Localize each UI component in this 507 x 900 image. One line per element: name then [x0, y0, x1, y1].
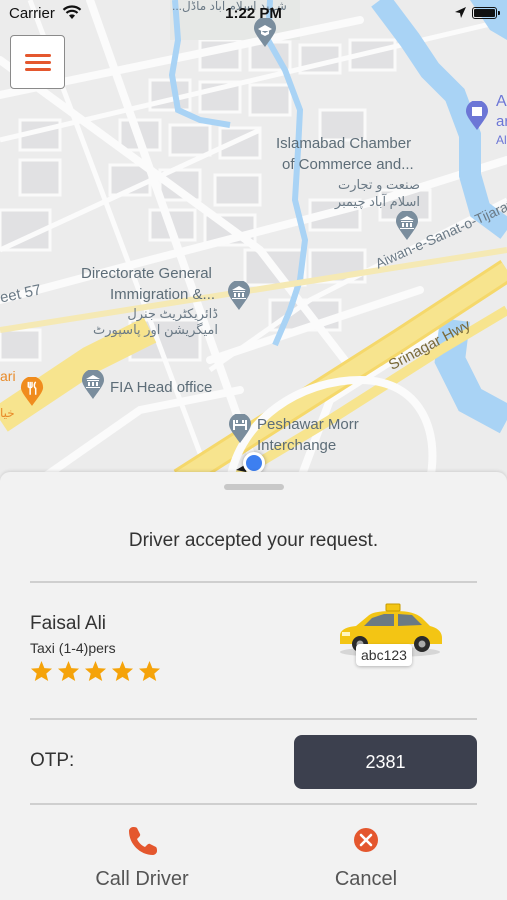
map-label-left-urdu: خیا	[0, 406, 15, 420]
battery-icon	[472, 7, 500, 19]
divider	[30, 718, 477, 720]
map-label-dgi-2: Immigration &...	[110, 286, 216, 303]
cancel-label: Cancel	[334, 868, 398, 890]
divider	[30, 581, 477, 583]
star-icon	[111, 660, 134, 682]
divider	[30, 803, 477, 805]
map-label-dgi-urdu-1: ڈائریکٹریٹ جنرل	[127, 306, 218, 321]
vehicle-type: Taxi (1-4)pers	[30, 640, 116, 656]
ride-status-message: Driver accepted your request.	[128, 530, 379, 551]
map-label-chamber-urdu-2: اسلام آباد چیمبر	[334, 194, 420, 209]
otp-value: 2381	[294, 735, 477, 789]
interchange-pin-icon[interactable]	[228, 414, 252, 444]
phone-icon	[129, 827, 157, 855]
map-label-dgi-urdu-2: امیگریشن اور پاسپورٹ	[93, 322, 218, 337]
license-plate: abc123	[356, 644, 412, 666]
map-label-fia: FIA Head office	[110, 379, 213, 396]
map-label-right-a: A	[496, 93, 507, 110]
ride-status-panel: Driver accepted your request. Faisal Ali…	[0, 472, 507, 900]
fia-building-pin-icon[interactable]	[81, 370, 105, 400]
map-label-chamber-2: of Commerce and...	[282, 156, 414, 173]
drag-handle[interactable]	[224, 484, 284, 490]
map-label-chamber-urdu-1: صنعت و تجارت	[338, 177, 420, 192]
service-pin-icon[interactable]	[465, 101, 489, 131]
dgi-building-pin-icon[interactable]	[227, 281, 251, 311]
star-icon	[138, 660, 161, 682]
star-icon	[57, 660, 80, 682]
menu-button[interactable]	[10, 35, 65, 89]
location-arrow-icon	[455, 7, 466, 18]
map-label-right-ar: ar	[496, 113, 507, 130]
driver-name: Faisal Ali	[30, 613, 107, 634]
star-icon	[30, 660, 53, 682]
map-label-peshawar-1: Peshawar Morr	[257, 416, 359, 433]
map-view[interactable]: شہید اسلام آباد ماڈل... Islamabad Chambe…	[0, 0, 507, 480]
map-label-chamber-1: Islamabad Chamber	[276, 135, 412, 152]
star-icon	[84, 660, 107, 682]
status-bar: Carrier 1:22 PM	[0, 0, 507, 28]
restaurant-pin-icon[interactable]	[20, 377, 44, 407]
close-circle-icon	[354, 828, 378, 852]
otp-label: OTP:	[30, 750, 75, 771]
map-label-dgi-1: Directorate General	[81, 265, 212, 282]
driver-rating	[30, 660, 165, 686]
call-driver-label: Call Driver	[95, 868, 189, 890]
clock-time: 1:22 PM	[225, 5, 282, 22]
cancel-ride-button[interactable]: Cancel	[286, 824, 446, 891]
map-label-right-al: Al	[496, 133, 507, 147]
map-label-left-ari: ari	[0, 368, 16, 384]
map-label-peshawar-2: Interchange	[257, 437, 337, 454]
call-driver-button[interactable]: Call Driver	[62, 824, 222, 891]
